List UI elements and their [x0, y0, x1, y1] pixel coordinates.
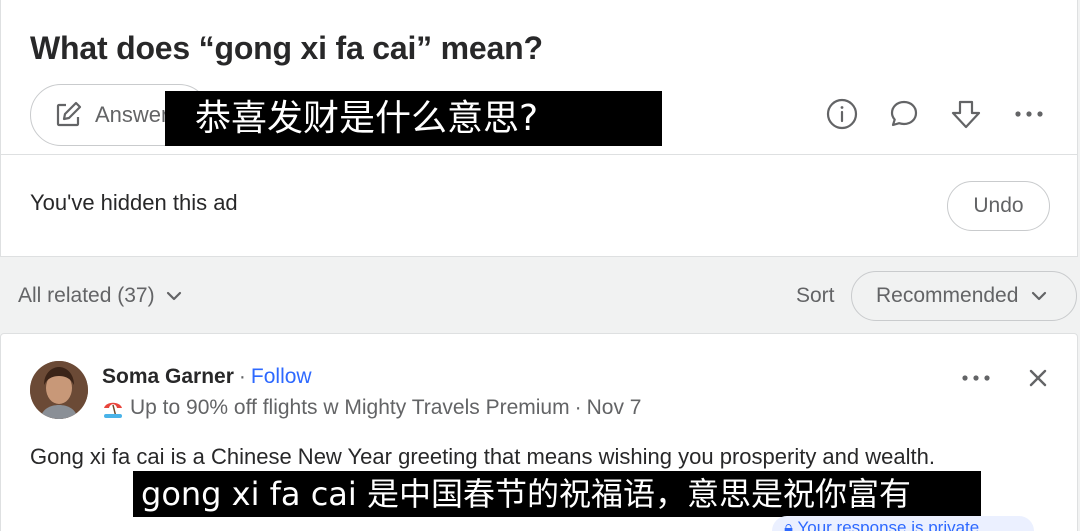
- beach-umbrella-icon: [104, 402, 122, 418]
- info-button[interactable]: [820, 92, 864, 136]
- chevron-down-icon: [1032, 291, 1047, 301]
- answer-close-button[interactable]: [1022, 362, 1054, 394]
- hidden-ad-text: You've hidden this ad: [30, 190, 238, 215]
- answer-button-label: Answer: [95, 102, 169, 127]
- sort-dropdown[interactable]: Recommended: [851, 271, 1077, 321]
- undo-button[interactable]: Undo: [947, 181, 1050, 231]
- answer-date[interactable]: Nov 7: [587, 396, 642, 420]
- author-line: Soma Garner · Follow: [102, 365, 312, 389]
- more-icon: [962, 375, 990, 381]
- all-related-label: All related (37): [18, 284, 155, 307]
- sort-value: Recommended: [876, 284, 1019, 307]
- question-title[interactable]: What does “gong xi fa cai” mean?: [30, 30, 543, 67]
- close-icon: [1029, 369, 1047, 387]
- lock-icon: 🔒︎: [784, 518, 798, 531]
- sort-label: Sort: [796, 284, 835, 307]
- author-credential[interactable]: Up to 90% off flights w Mighty Travels P…: [130, 396, 570, 420]
- answer-more-button[interactable]: [954, 364, 998, 392]
- author-name[interactable]: Soma Garner: [102, 365, 234, 389]
- chevron-down-icon: [166, 291, 181, 301]
- avatar[interactable]: [30, 361, 88, 419]
- chinese-title-overlay: 恭喜发财是什么意思?: [165, 91, 662, 146]
- separator-dot: ·: [238, 365, 246, 388]
- downvote-button[interactable]: [944, 92, 988, 136]
- comment-button[interactable]: [882, 92, 926, 136]
- chinese-subtitle-overlay: gong xi fa cai 是中国春节的祝福语，意思是祝你富有: [133, 471, 981, 517]
- info-icon: [826, 98, 858, 130]
- separator-dot: ·: [574, 396, 582, 419]
- follow-link[interactable]: Follow: [251, 365, 312, 389]
- pencil-icon: [56, 101, 82, 127]
- comment-icon: [890, 100, 918, 127]
- downvote-icon: [951, 100, 981, 129]
- answer-text[interactable]: Gong xi fa cai is a Chinese New Year gre…: [30, 439, 1010, 474]
- private-response-note: 🔒︎ Your response is private: [772, 516, 1034, 531]
- more-icon: [1015, 111, 1043, 117]
- more-options-button[interactable]: [1007, 92, 1051, 136]
- all-related-dropdown[interactable]: All related (37): [18, 284, 185, 308]
- credential-line: Up to 90% off flights w Mighty Travels P…: [102, 396, 641, 420]
- private-note-text: Your response is private: [797, 518, 980, 531]
